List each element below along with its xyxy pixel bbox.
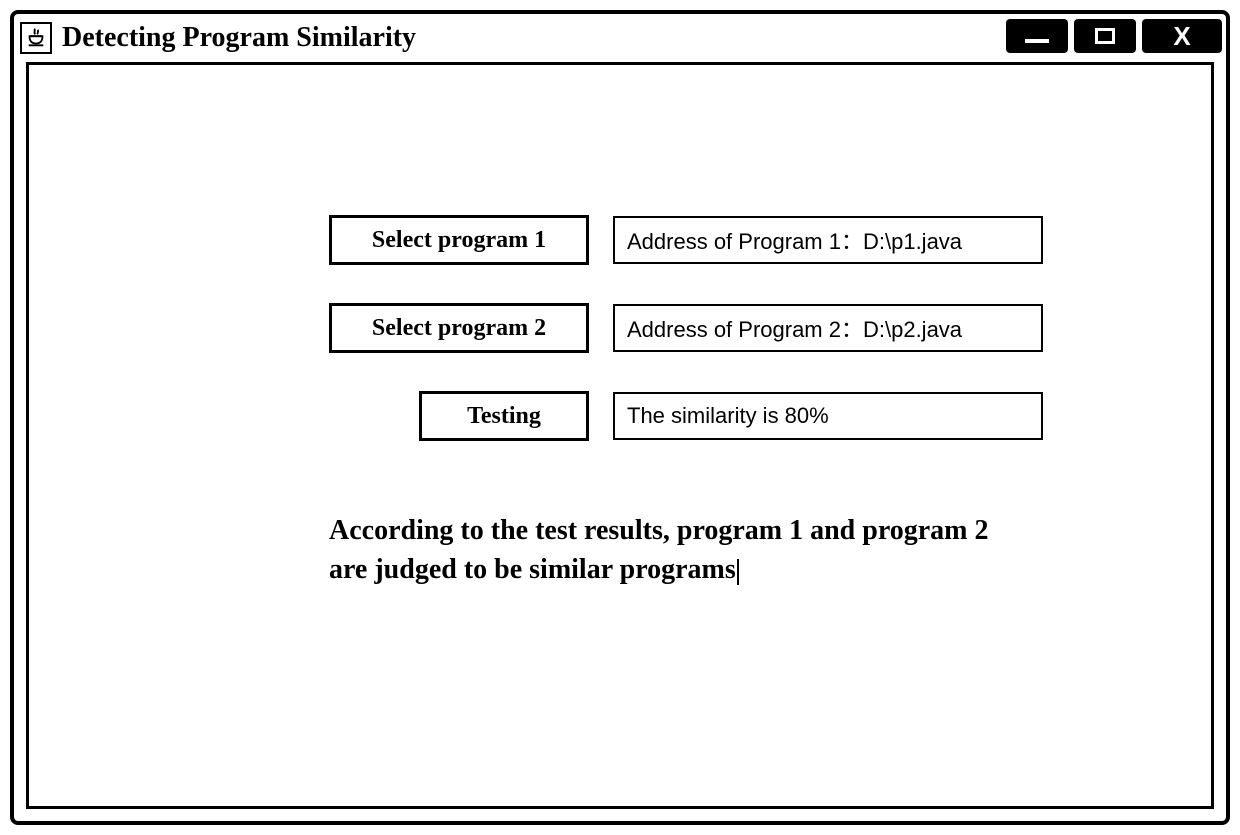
window-title: Detecting Program Similarity [62, 22, 416, 54]
maximize-icon [1095, 28, 1115, 44]
select-program-1-button[interactable]: Select program 1 [329, 215, 589, 265]
form-area: Select program 1 Address of Program 1：D:… [29, 65, 1211, 589]
program2-row: Select program 2 Address of Program 2：D:… [329, 303, 1071, 353]
program1-row: Select program 1 Address of Program 1：D:… [329, 215, 1071, 265]
result-message: According to the test results, program 1… [329, 511, 1009, 589]
program-2-path-field[interactable]: Address of Program 2：D:\p2.java [613, 304, 1043, 352]
application-window: Detecting Program Similarity X Select pr… [10, 10, 1230, 825]
close-button[interactable]: X [1142, 19, 1222, 53]
minimize-button[interactable] [1006, 19, 1068, 53]
close-icon: X [1173, 21, 1190, 52]
program-1-path-field[interactable]: Address of Program 1：D:\p1.java [613, 216, 1043, 264]
select-program-2-button[interactable]: Select program 2 [329, 303, 589, 353]
testing-button[interactable]: Testing [419, 391, 589, 441]
java-cup-icon [20, 22, 52, 54]
result-text: According to the test results, program 1… [329, 515, 989, 585]
similarity-output-field: The similarity is 80% [613, 392, 1043, 440]
title-bar: Detecting Program Similarity X [10, 10, 1230, 58]
testing-row: Testing The similarity is 80% [329, 391, 1071, 441]
window-controls: X [1006, 19, 1230, 53]
minimize-icon [1025, 39, 1049, 43]
maximize-button[interactable] [1074, 19, 1136, 53]
content-panel: Select program 1 Address of Program 1：D:… [26, 62, 1214, 809]
title-bar-left: Detecting Program Similarity [14, 17, 440, 59]
text-cursor [737, 559, 739, 585]
